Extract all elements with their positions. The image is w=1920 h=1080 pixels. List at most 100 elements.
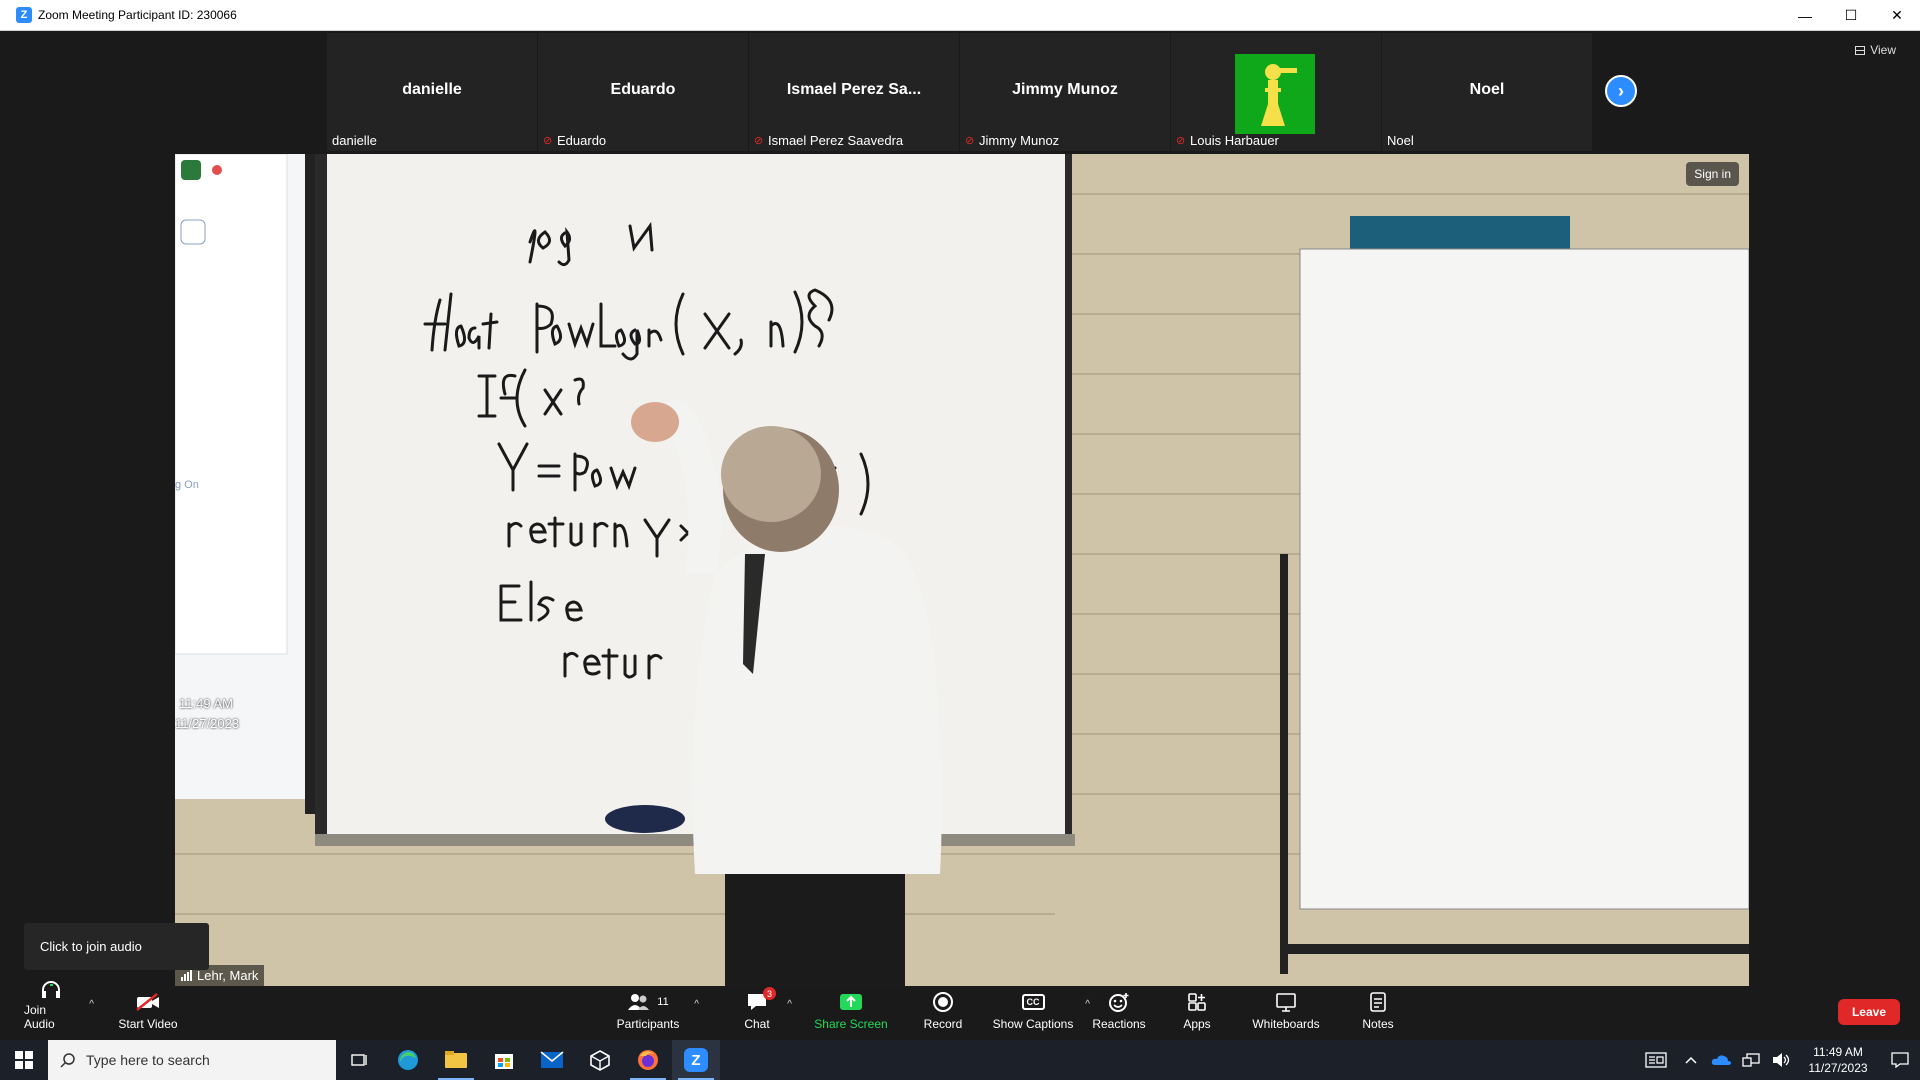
edge-icon: [398, 1050, 418, 1070]
share-screen-button[interactable]: Share Screen: [812, 987, 890, 1037]
apps-icon: [1186, 991, 1208, 1013]
share-screen-label: Share Screen: [814, 1017, 888, 1031]
participants-button[interactable]: 11 Participants ^: [613, 987, 699, 1037]
participants-caret-icon[interactable]: ^: [694, 999, 699, 1010]
show-captions-label: Show Captions: [992, 1017, 1074, 1031]
app-taskbar-button[interactable]: [576, 1040, 624, 1080]
taskbar-clock[interactable]: 11:49 AM 11/27/2023: [1796, 1044, 1880, 1076]
zoom-app-icon: Z: [684, 1048, 708, 1072]
notification-icon: [1891, 1052, 1909, 1068]
clock-date: 11/27/2023: [1808, 1061, 1868, 1075]
participant-display-name: Jimmy Munoz: [1012, 81, 1118, 98]
participant-tile[interactable]: Ismael Perez Sa... ⊘ Ismael Perez Saavedr…: [749, 33, 959, 151]
participant-tile[interactable]: Jimmy Munoz ⊘ Jimmy Munoz: [960, 33, 1170, 151]
window-controls: — ☐ ✕: [1782, 0, 1920, 31]
grid-icon: [1855, 45, 1866, 55]
store-taskbar-button[interactable]: [480, 1040, 528, 1080]
audio-options-caret-icon[interactable]: ^: [89, 999, 94, 1010]
participant-name: Louis Harbauer: [1190, 133, 1279, 148]
participant-label: ⊘ Eduardo: [543, 133, 606, 148]
mic-muted-icon: ⊘: [965, 134, 975, 147]
participant-tile[interactable]: Eduardo ⊘ Eduardo: [538, 33, 748, 151]
zoom-screen: Z Zoom Meeting Participant ID: 230066 — …: [0, 0, 1920, 1080]
participant-label: Noel: [1387, 133, 1414, 148]
windows-logo-icon: [15, 1051, 33, 1069]
reactions-button[interactable]: Reactions: [1086, 987, 1152, 1037]
participants-strip: danielle danielle Eduardo ⊘ Eduardo Ismae…: [327, 33, 1592, 151]
record-icon: [932, 991, 954, 1013]
maximize-button[interactable]: ☐: [1828, 0, 1874, 31]
record-button[interactable]: Record: [916, 987, 970, 1037]
chat-caret-icon[interactable]: ^: [787, 999, 792, 1010]
embedded-time-text: 11:49 AM: [179, 696, 233, 711]
captions-icon: CC: [1021, 991, 1045, 1013]
windows-taskbar: Type here to search Z 11:49 AM 11/27/202…: [0, 1040, 1920, 1080]
notes-label: Notes: [1362, 1017, 1394, 1031]
whiteboard-icon: [1275, 991, 1297, 1013]
edge-taskbar-button[interactable]: [384, 1040, 432, 1080]
embedded-date-text: 11/27/2023: [175, 716, 240, 731]
onedrive-cloud-icon[interactable]: [1706, 1040, 1736, 1080]
chat-button[interactable]: 3 Chat ^: [738, 987, 792, 1037]
view-button-label: View: [1870, 43, 1896, 57]
zoom-logo-icon: Z: [16, 7, 32, 23]
leave-button[interactable]: Leave: [1837, 999, 1900, 1025]
participants-icon: 11: [627, 991, 669, 1013]
mic-muted-icon: ⊘: [1176, 134, 1186, 147]
start-video-button[interactable]: Start Video: [116, 987, 180, 1037]
join-audio-label: Join Audio: [24, 1003, 55, 1031]
volume-icon[interactable]: [1766, 1040, 1796, 1080]
reactions-label: Reactions: [1092, 1017, 1146, 1031]
signal-strength-icon: [181, 970, 192, 981]
search-placeholder: Type here to search: [86, 1052, 210, 1068]
firefox-taskbar-button[interactable]: [624, 1040, 672, 1080]
task-view-button[interactable]: [336, 1040, 384, 1080]
close-button[interactable]: ✕: [1874, 0, 1920, 31]
avatar-figure-icon: [1235, 54, 1315, 134]
mail-icon: [540, 1051, 564, 1068]
whiteboards-button[interactable]: Whiteboards: [1244, 987, 1328, 1037]
meeting-area: View danielle danielle Eduardo ⊘ Eduardo …: [8, 31, 1912, 987]
sign-in-button[interactable]: Sign in: [1686, 162, 1739, 186]
participant-display-name: Eduardo: [610, 81, 676, 98]
show-captions-button[interactable]: CC Show Captions ^: [986, 987, 1090, 1037]
participant-display-name: Ismael Perez Sa...: [786, 81, 922, 98]
next-page-button[interactable]: ›: [1605, 75, 1637, 107]
store-icon: [495, 1054, 513, 1069]
window-title: Zoom Meeting Participant ID: 230066: [38, 8, 237, 22]
participants-label: Participants: [616, 1017, 680, 1031]
start-video-label: Start Video: [118, 1017, 178, 1031]
show-hidden-icons-chevron-icon[interactable]: [1676, 1040, 1706, 1080]
notes-icon: [1368, 991, 1388, 1013]
chat-unread-badge: 3: [763, 987, 776, 1000]
view-button[interactable]: View: [1855, 43, 1896, 57]
participant-tile[interactable]: Noel Noel: [1382, 33, 1592, 151]
chat-label: Chat: [744, 1017, 770, 1031]
apps-label: Apps: [1183, 1017, 1211, 1031]
participant-tile[interactable]: ⊘ Louis Harbauer: [1171, 33, 1381, 151]
smiley-icon: [1108, 991, 1130, 1013]
notes-button[interactable]: Notes: [1358, 987, 1398, 1037]
file-explorer-taskbar-button[interactable]: [432, 1040, 480, 1080]
firefox-icon: [638, 1050, 658, 1070]
share-screen-icon: [839, 991, 863, 1013]
notifications-button[interactable]: [1880, 1040, 1920, 1080]
minimize-button[interactable]: —: [1782, 0, 1828, 31]
join-audio-button[interactable]: Join Audio ^: [24, 981, 94, 1037]
participant-avatar: [1235, 54, 1315, 134]
start-button[interactable]: [0, 1040, 48, 1080]
window-title-bar: Z Zoom Meeting Participant ID: 230066 — …: [0, 0, 1920, 31]
search-icon: [60, 1053, 75, 1068]
active-speaker-video[interactable]: g On 11:49 AM 11/27/2023 Sign in Lehr, M…: [175, 154, 1749, 986]
participant-display-name: danielle: [402, 81, 462, 98]
headphones-icon: [40, 979, 62, 999]
mail-taskbar-button[interactable]: [528, 1040, 576, 1080]
taskbar-search-box[interactable]: Type here to search: [48, 1040, 336, 1080]
news-widget-icon[interactable]: [1636, 1040, 1676, 1080]
record-label: Record: [923, 1017, 963, 1031]
network-icon[interactable]: [1736, 1040, 1766, 1080]
apps-button[interactable]: Apps: [1178, 987, 1216, 1037]
participant-tile[interactable]: danielle danielle: [327, 33, 537, 151]
zoom-taskbar-button[interactable]: Z: [672, 1040, 720, 1080]
participant-name: Eduardo: [557, 133, 607, 148]
